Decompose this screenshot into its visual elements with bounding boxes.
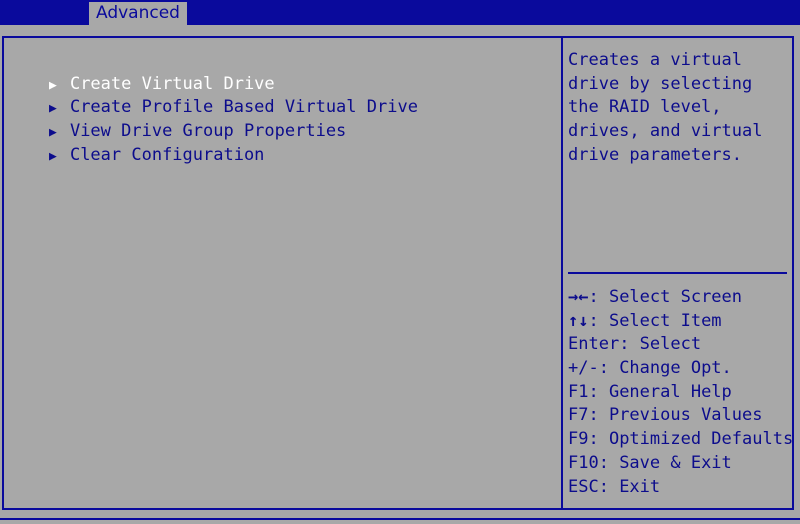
key-hint-key: F10 — [568, 452, 599, 473]
key-hint-exit: ESC: Exit — [568, 476, 793, 500]
menu-item-create-virtual-drive[interactable]: ▶ Create Virtual Drive — [8, 49, 418, 94]
help-text: Creates a virtual drive by selecting the… — [568, 50, 763, 165]
menu-item-label: Clear Configuration — [69, 144, 265, 165]
key-hint-general-help: F1: General Help — [568, 381, 793, 405]
key-hint-select-screen: →←: Select Screen — [568, 286, 793, 310]
key-hint-previous-values: F7: Previous Values — [568, 404, 793, 428]
submenu-arrow-icon: ▶ — [48, 125, 57, 141]
key-hint-optimized-defaults: F9: Optimized Defaults — [568, 428, 793, 452]
key-hint-desc: : Save & Exit — [598, 452, 732, 473]
key-hint-key: F1 — [568, 381, 589, 402]
key-hint-enter: Enter: Select — [568, 333, 793, 357]
key-hint-key: F7 — [568, 405, 589, 426]
key-hint-select-item: ↑↓: Select Item — [568, 310, 793, 334]
menu-item-label: Create Profile Based Virtual Drive — [69, 97, 418, 118]
key-hint-save-exit: F10: Save & Exit — [568, 452, 793, 476]
left-right-arrows-icon: →← — [568, 287, 589, 307]
submenu-arrow-icon: ▶ — [48, 77, 57, 93]
menu-item-label: View Drive Group Properties — [69, 121, 347, 142]
up-down-arrows-icon: ↑↓ — [568, 310, 589, 331]
key-hint-key: +/- — [568, 358, 599, 379]
menu-item-label: Create Virtual Drive — [69, 73, 275, 94]
panel-divider — [561, 36, 563, 510]
help-divider — [568, 272, 787, 274]
key-hint-desc: : Select — [619, 334, 702, 355]
top-bar: Advanced — [0, 0, 800, 25]
bottom-border — [0, 518, 800, 520]
key-hint-desc: : Select Item — [588, 310, 722, 331]
key-hint-desc: : Optimized Defaults — [588, 429, 794, 450]
key-hint-desc: : Exit — [598, 476, 661, 497]
key-hint-desc: : Select Screen — [588, 287, 743, 307]
key-hint-desc: : Previous Values — [588, 405, 763, 426]
key-hint-change-opt: +/-: Change Opt. — [568, 357, 793, 381]
submenu-arrow-icon: ▶ — [48, 148, 57, 164]
key-hint-key: ESC — [568, 476, 599, 497]
submenu-arrow-icon: ▶ — [48, 101, 57, 117]
key-legend: →←: Select Screen ↑↓: Select Item Enter:… — [568, 286, 793, 499]
menu-list: ▶ Create Virtual Drive ▶ Create Profile Ba… — [8, 49, 418, 165]
tab-advanced[interactable]: Advanced — [89, 2, 187, 25]
key-hint-key: F9 — [568, 429, 589, 450]
key-hint-key: Enter — [568, 334, 620, 355]
key-hint-desc: : Change Opt. — [598, 358, 732, 379]
key-hint-desc: : General Help — [588, 381, 732, 402]
